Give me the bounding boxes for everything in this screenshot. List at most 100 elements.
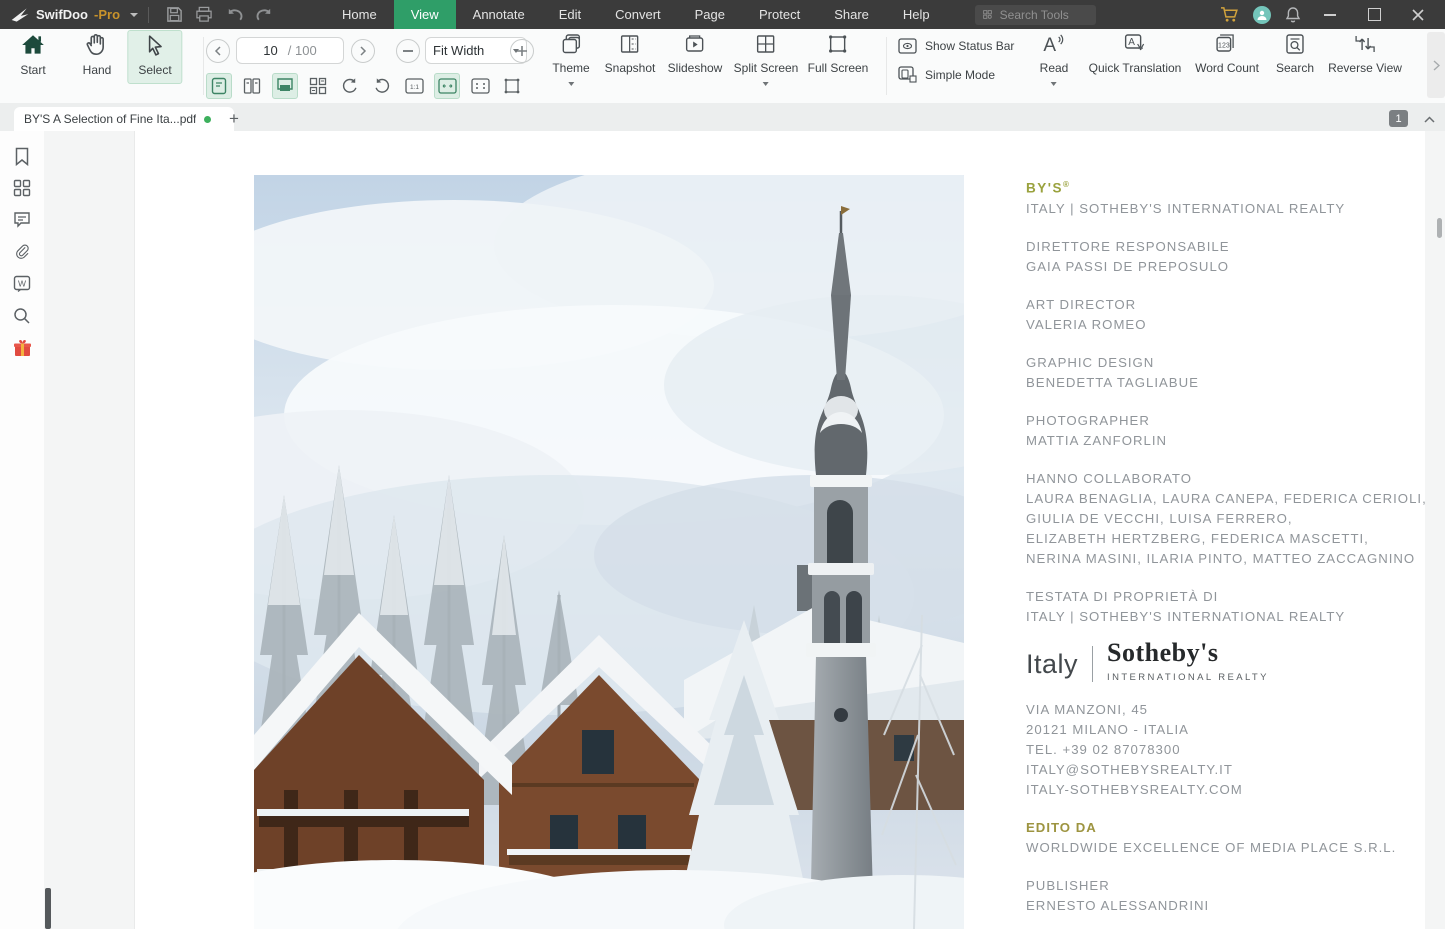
read-button[interactable]: A Read [1040,32,1069,86]
cart-icon[interactable] [1220,6,1239,23]
read-aloud-icon: A [1041,32,1067,56]
zoom-in-button[interactable] [510,39,534,63]
window-minimize-button[interactable] [1315,0,1345,29]
fit-width-button[interactable] [434,73,460,99]
toolbar-expand-button[interactable] [1427,32,1445,98]
theme-button[interactable]: Theme [552,32,589,86]
quick-translation-button[interactable]: A Quick Translation [1089,32,1182,75]
reverse-view-button[interactable]: Reverse View [1328,32,1402,75]
crop-view-button[interactable] [500,74,524,98]
close-icon [1412,9,1424,21]
menu-convert[interactable]: Convert [598,0,678,29]
menu-annotate[interactable]: Annotate [456,0,542,29]
active-document-tab[interactable]: BY'S A Selection of Fine Ita...pdf [14,107,234,131]
single-page-view-button[interactable] [206,73,232,99]
save-button[interactable] [159,0,189,29]
svg-text:1:1: 1:1 [409,84,418,91]
reverse-view-icon [1352,32,1378,56]
swifdoo-logo-icon [10,6,30,24]
full-screen-button[interactable]: Full Screen [808,32,869,75]
previous-page-button[interactable] [206,39,230,63]
save-icon [166,6,183,23]
menu-page[interactable]: Page [678,0,742,29]
main-menu: Home View Annotate Edit Convert Page Pro… [325,0,947,29]
hand-tool-button[interactable]: Hand [83,32,112,77]
search-document-button[interactable]: Search [1276,32,1314,75]
account-avatar[interactable] [1253,6,1271,24]
app-menu-caret-icon[interactable] [130,13,138,17]
search-tools-input[interactable] [998,7,1088,23]
new-tab-button[interactable]: + [222,107,246,131]
view-toolbar: Start Hand Select 10 / 100 [0,29,1445,104]
rotate-clockwise-button[interactable] [338,74,362,98]
chevron-right-icon [359,46,367,56]
actual-size-button[interactable]: 1:1 [402,74,426,98]
zoom-out-button[interactable] [396,39,420,63]
tab-count-badge[interactable]: 1 [1389,110,1408,127]
read-caret-icon [1051,82,1057,86]
word-count-button[interactable]: 123 Word Count [1195,32,1259,75]
svg-text:123: 123 [1218,43,1230,50]
slideshow-icon [683,32,707,56]
print-button[interactable] [189,0,219,29]
search-tools-box[interactable] [975,5,1096,25]
left-edge-scrollbar-thumb[interactable] [45,888,51,929]
theme-icon [559,32,583,56]
menu-view[interactable]: View [394,0,456,29]
undo-button[interactable] [219,0,249,29]
zoom-value: Fit Width [433,43,484,58]
address-block: VIA MANZONI, 45 20121 MILANO - ITALIA TE… [1026,700,1445,800]
notifications-bell-icon[interactable] [1285,6,1301,23]
search-panel-button[interactable] [11,305,33,327]
snapshot-button[interactable]: Snapshot [605,32,656,75]
select-tool-button[interactable]: Select [127,30,182,84]
thumbnails-icon [13,179,31,197]
two-page-view-button[interactable] [240,74,264,98]
fit-page-button[interactable] [468,74,492,98]
collaborators-block: HANNO COLLABORATO LAURA BENAGLIA, LAURA … [1026,469,1445,569]
slideshow-button[interactable]: Split Screen Slideshow [668,32,723,75]
thumbnails-panel-button[interactable] [11,177,33,199]
toolbar-separator [203,37,204,95]
grid-view-button[interactable] [306,74,330,98]
menu-share[interactable]: Share [817,0,886,29]
rotate-counterclockwise-button[interactable] [370,74,394,98]
simple-mode-toggle[interactable]: Simple Mode [898,66,995,83]
titlebar: SwifDoo -Pro [0,0,1445,29]
menu-edit[interactable]: Edit [542,0,598,29]
search-tools-icon [983,8,992,21]
app-logo[interactable]: SwifDoo -Pro [0,6,138,24]
window-maximize-button[interactable] [1359,0,1389,29]
next-page-button[interactable] [351,39,375,63]
menu-protect[interactable]: Protect [742,0,817,29]
split-screen-button[interactable]: Split Screen [734,32,799,86]
print-icon [195,6,213,23]
show-status-bar-toggle[interactable]: Show Status Bar [898,38,1014,54]
bookmarks-panel-button[interactable] [11,145,33,167]
select-cursor-icon [142,33,167,58]
full-screen-icon [826,32,850,56]
svg-text:A: A [1128,37,1135,48]
page-photo-snowy-church [254,175,964,929]
watermark-panel-button[interactable]: W [11,273,33,295]
chevron-left-icon [214,46,222,56]
comments-panel-button[interactable] [11,209,33,231]
brand-line: ITALY | SOTHEBY'S INTERNATIONAL REALTY [1026,199,1445,219]
home-icon [20,32,46,58]
snapshot-icon [618,32,642,56]
gift-promo-button[interactable] [11,337,33,359]
attachments-panel-button[interactable] [11,241,33,263]
vertical-scrollbar-thumb[interactable] [1437,218,1442,238]
document-viewer[interactable]: BY'S® ITALY | SOTHEBY'S INTERNATIONAL RE… [44,131,1445,929]
window-close-button[interactable] [1403,0,1433,29]
logo-divider [1092,646,1093,682]
credit-block: ART DIRECTOR VALERIA ROMEO [1026,295,1445,335]
menu-help[interactable]: Help [886,0,947,29]
menu-home[interactable]: Home [325,0,394,29]
page-number-input[interactable]: 10 / 100 [236,37,344,64]
redo-button[interactable] [249,0,279,29]
pdf-page: BY'S® ITALY | SOTHEBY'S INTERNATIONAL RE… [135,131,1425,929]
collapse-toolbar-button[interactable] [1419,109,1439,129]
start-button[interactable]: Start [20,32,46,77]
continuous-scroll-button[interactable] [272,73,298,99]
